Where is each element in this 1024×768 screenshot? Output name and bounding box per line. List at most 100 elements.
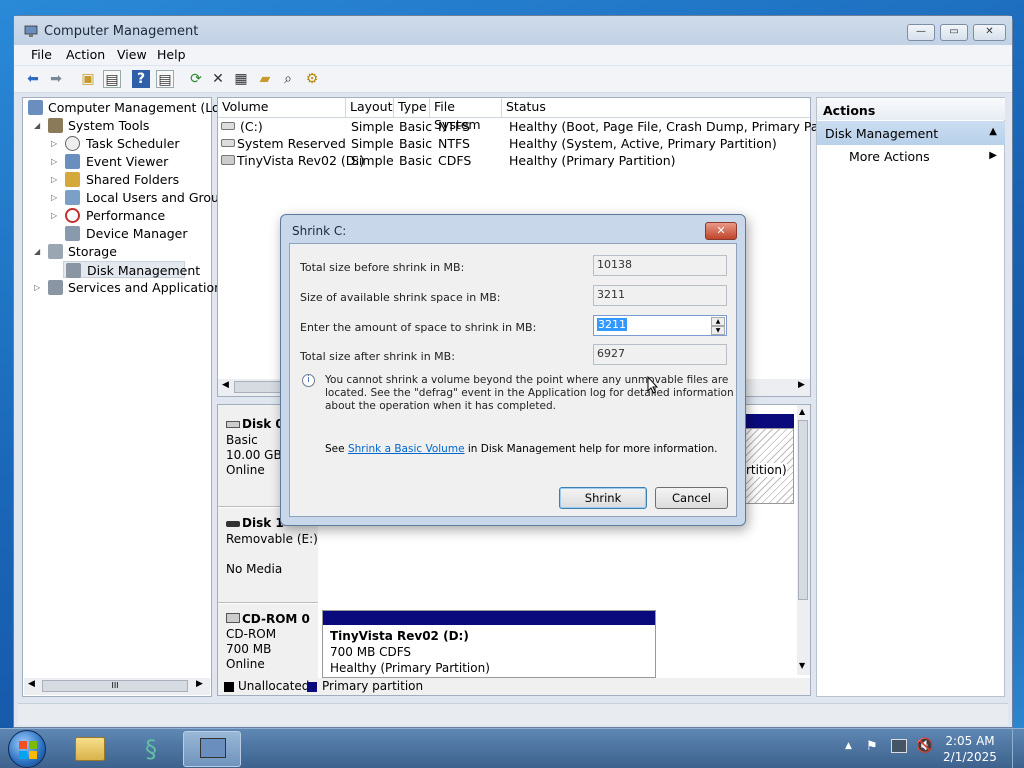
scroll-right-icon[interactable]: ▶ [196,679,203,689]
dialog-title: Shrink C: [292,224,347,238]
table-row[interactable]: TinyVista Rev02 (D:) Simple Basic CDFS H… [218,152,810,169]
services-icon [48,280,63,295]
scroll-left-icon[interactable]: ◀ [28,679,35,689]
clock-icon [65,136,80,151]
cdrom0-size: 700 MB [226,642,272,656]
actions-disk-management[interactable]: Disk Management ▲ [817,121,1005,145]
scroll-left-icon[interactable]: ◀ [222,380,229,390]
start-button[interactable] [8,730,46,768]
col-header-type[interactable]: Type [394,98,430,117]
settings-icon[interactable]: ⚙ [303,70,321,88]
mouse-cursor-icon [647,376,659,394]
disk1-type: Removable (E:) [226,532,318,546]
forward-arrow-icon[interactable]: ➡ [47,70,65,88]
toolbar: ⬅ ➡ ▣ ▤ ? ▤ ⟳ ✕ ▦ ▰ ⌕ ⚙ [14,66,1012,93]
col-header-status[interactable]: Status [502,98,810,117]
cdrom0-volume-label: TinyVista Rev02 (D:) [330,629,469,643]
spin-down-icon[interactable]: ▼ [711,326,725,335]
col-header-layout[interactable]: Layout [346,98,394,117]
collapse-icon[interactable]: ▲ [989,126,997,137]
info-icon: i [302,374,315,387]
expand-icon[interactable]: ▷ [34,283,44,293]
cd-drive-icon [221,155,235,165]
scrollbar-thumb[interactable] [798,420,808,600]
tree-horizontal-scrollbar[interactable]: ◀ III ▶ [24,678,210,695]
total-before-value: 10138 [593,255,727,276]
users-icon [65,190,80,205]
shrink-amount-input[interactable]: 3211 ▲ ▼ [593,315,727,336]
actions-header: Actions [817,98,1005,120]
find-icon[interactable]: ⌕ [279,70,297,88]
network-icon[interactable] [891,739,907,753]
volume-muted-icon[interactable]: 🔇 [916,738,933,754]
help-icon[interactable]: ? [132,70,150,88]
back-arrow-icon[interactable]: ⬅ [24,70,42,88]
minimize-button[interactable]: — [907,24,935,41]
cancel-button[interactable]: Cancel [655,487,728,509]
show-hide-tree-icon[interactable]: ▤ [103,70,121,88]
dialog-body: Total size before shrink in MB: 10138 Si… [289,243,737,517]
clock[interactable]: 2:05 AM 2/1/2025 [940,733,1000,765]
table-row[interactable]: (C:) Simple Basic NTFS Healthy (Boot, Pa… [218,118,861,135]
expand-collapse-icon[interactable]: ◢ [34,247,44,257]
shrink-button[interactable]: Shrink [559,487,647,509]
delete-icon[interactable]: ✕ [209,70,227,88]
performance-icon [65,208,80,223]
taskbar-app[interactable]: § [122,731,180,767]
maximize-button[interactable]: ▭ [940,24,968,41]
up-folder-icon[interactable]: ▣ [79,70,97,88]
spin-up-icon[interactable]: ▲ [711,317,725,326]
menu-view[interactable]: View [117,47,147,62]
table-row[interactable]: System Reserved Simple Basic NTFS Health… [218,135,810,152]
cdrom0-volume-status: Healthy (Primary Partition) [330,661,490,675]
refresh-icon[interactable]: ⟳ [187,70,205,88]
cdrom0-name: CD-ROM 0 [242,612,310,626]
expand-collapse-icon[interactable]: ◢ [34,121,44,131]
more-actions[interactable]: More Actions ▶ [817,146,1005,166]
expand-icon[interactable]: ▷ [51,139,61,149]
title-bar[interactable]: Computer Management — ▭ ✕ [14,16,1012,48]
open-folder-icon[interactable]: ▰ [256,70,274,88]
legend-unallocated: Unallocated [238,679,310,693]
dialog-close-button[interactable]: ✕ [705,222,737,240]
scroll-right-icon[interactable]: ▶ [798,380,805,390]
expand-icon[interactable]: ▷ [51,193,61,203]
taskbar-computer-management[interactable] [183,731,241,767]
disk-pane-vertical-scrollbar[interactable]: ▲ ▼ [797,405,810,675]
expand-icon[interactable]: ▷ [51,175,61,185]
show-desktop-button[interactable] [1012,729,1024,768]
action-center-flag-icon[interactable]: ⚑ [866,739,878,754]
shared-folder-icon [65,172,80,187]
snake-app-icon: § [145,735,157,763]
taskbar-explorer[interactable] [61,731,119,767]
menu-action[interactable]: Action [66,47,105,62]
scroll-up-icon[interactable]: ▲ [799,407,805,416]
available-label: Size of available shrink space in MB: [300,291,501,304]
tree-disk-management[interactable]: Disk Management [63,261,200,278]
expand-icon[interactable]: ▷ [51,211,61,221]
menu-help[interactable]: Help [157,47,186,62]
cdrom0-volume[interactable]: TinyVista Rev02 (D:) 700 MB CDFS Healthy… [322,610,656,678]
expand-icon[interactable]: ▷ [51,157,61,167]
navigation-tree-pane: Computer Management (Local ◢ System Tool… [22,97,238,697]
total-before-label: Total size before shrink in MB: [300,261,465,274]
cdrom0-info[interactable]: CD-ROM 0 CD-ROM 700 MB Online [218,604,318,684]
scrollbar-thumb[interactable]: III [42,680,188,692]
status-bar [18,703,1008,725]
col-header-volume[interactable]: Volume [218,98,346,117]
primary-partition-bar [323,611,655,625]
drive-icon [221,122,235,130]
disk1-name: Disk 1 [242,516,284,530]
scroll-down-icon[interactable]: ▼ [799,661,805,670]
removable-disk-icon [226,521,240,527]
col-header-file-system[interactable]: File System [430,98,502,132]
properties-icon[interactable]: ▦ [232,70,250,88]
menu-file[interactable]: File [31,47,52,62]
close-button[interactable]: ✕ [973,24,1006,41]
legend-primary: Primary partition [322,679,424,693]
primary-partition-bar [744,414,794,428]
show-hide-action-pane-icon[interactable]: ▤ [156,70,174,88]
computer-management-icon [24,25,38,37]
shrink-help-link[interactable]: Shrink a Basic Volume [348,443,465,455]
show-hidden-icons[interactable]: ▲ [845,741,852,751]
